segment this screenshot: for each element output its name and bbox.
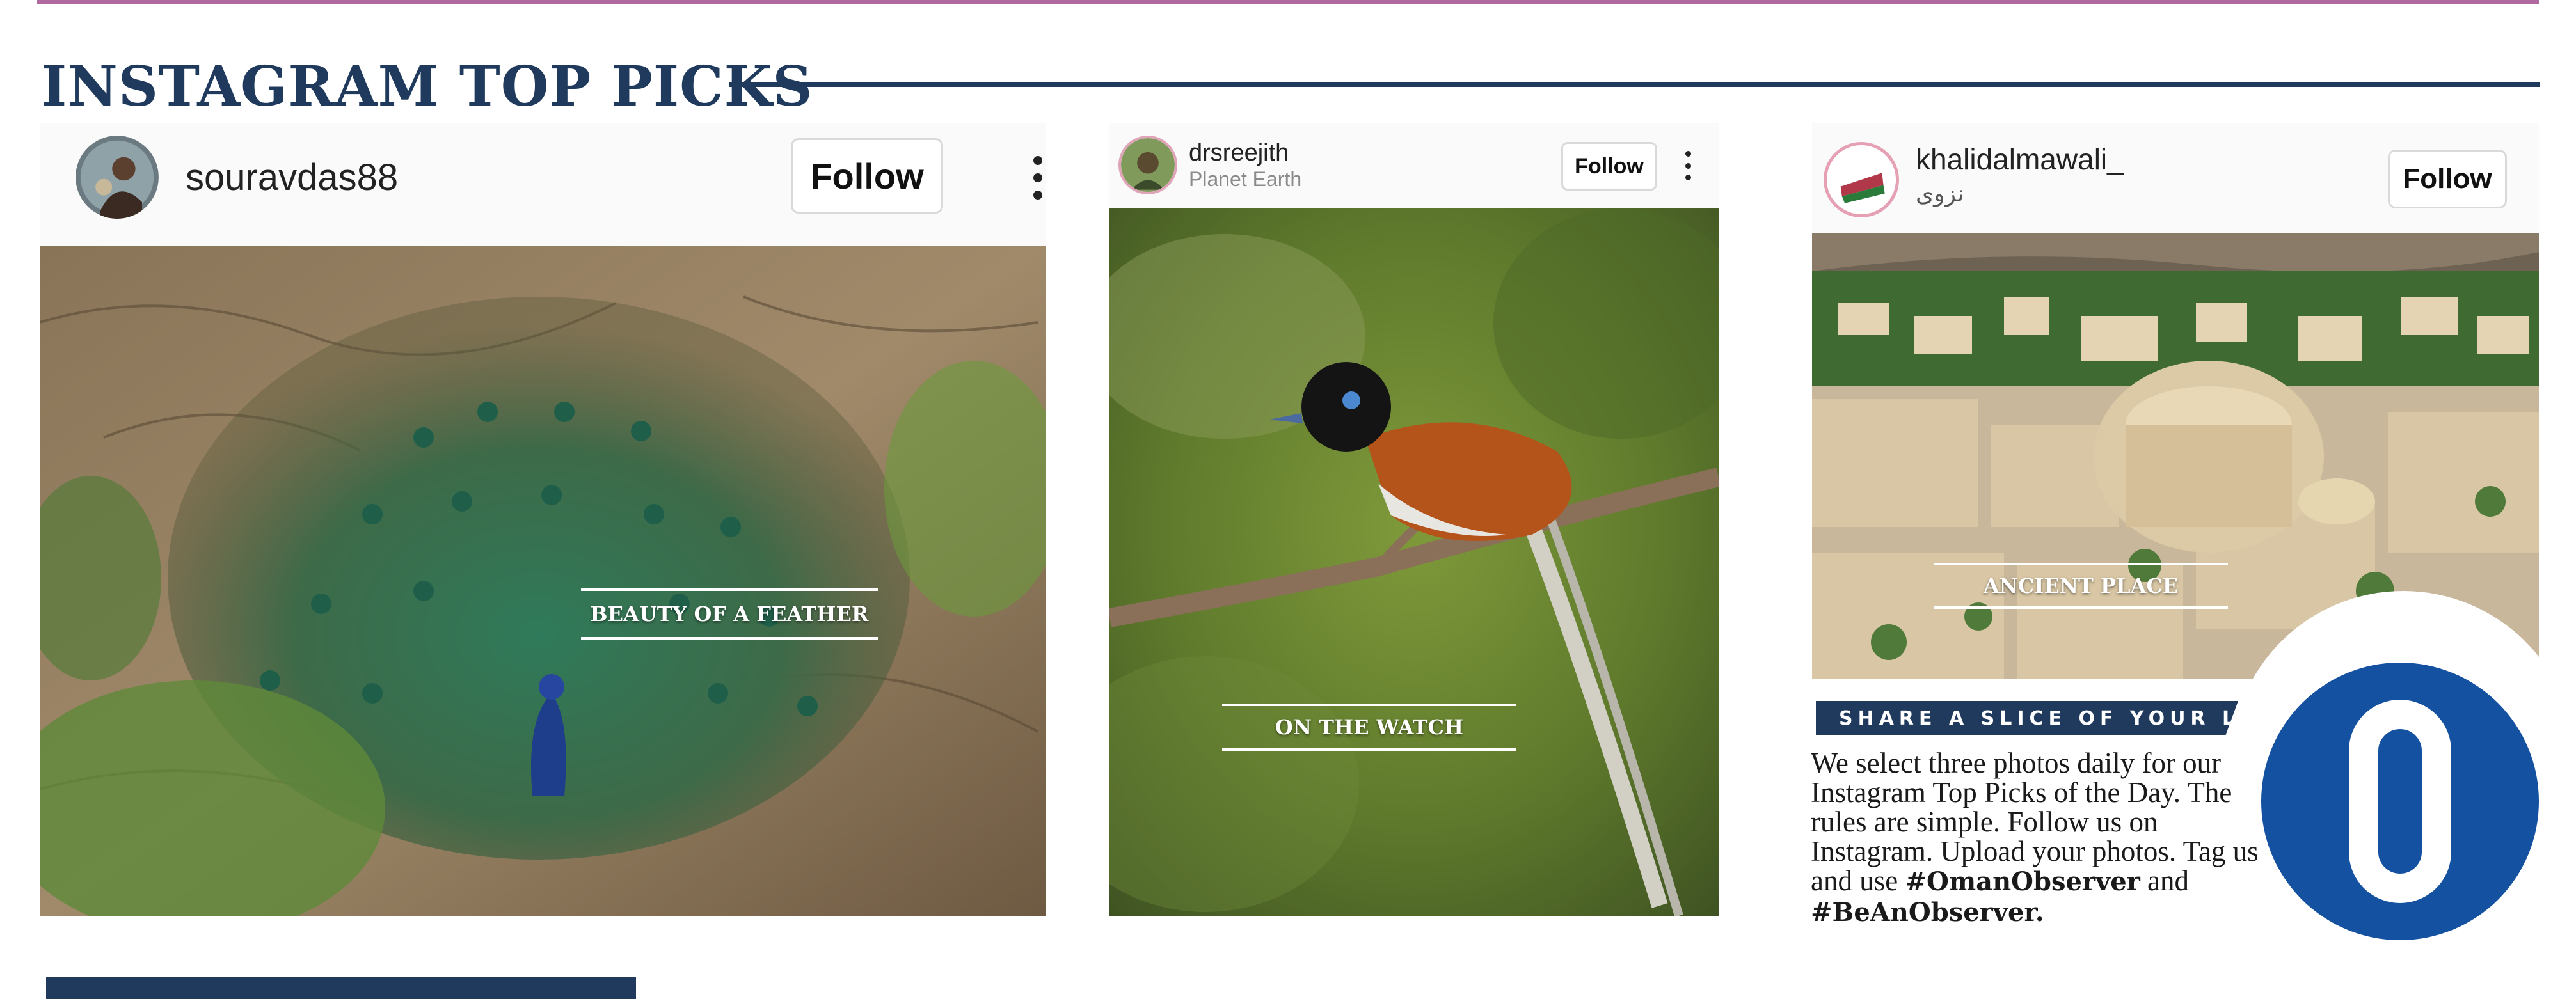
oman-observer-logo (2261, 663, 2539, 940)
caption-text: BEAUTY OF A FEATHER (590, 602, 869, 626)
next-section-bar (46, 977, 636, 999)
top-accent-rule (37, 0, 2539, 4)
location-label[interactable]: Planet Earth (1189, 168, 1301, 191)
avatar[interactable] (76, 136, 159, 219)
instagram-post-1: souravdas88 Follow BEAUTY OF A FEATHER (40, 123, 1046, 916)
follow-button[interactable]: Follow (2388, 150, 2507, 208)
caption-text: ON THE WATCH (1275, 715, 1464, 739)
avatar[interactable] (1118, 136, 1177, 194)
post-photo[interactable]: ON THE WATCH (1109, 208, 1719, 916)
photo-caption: ANCIENT PLACE (1934, 563, 2228, 609)
post-header: souravdas88 Follow (40, 123, 1046, 246)
follow-button[interactable]: Follow (1561, 142, 1657, 191)
username[interactable]: drsreejith (1189, 139, 1289, 167)
section-title: INSTAGRAM TOP PICKS (41, 54, 813, 119)
caption-text: ANCIENT PLACE (1983, 574, 2179, 598)
photo-caption: ON THE WATCH (1222, 704, 1516, 751)
section-header: INSTAGRAM TOP PICKS (41, 51, 813, 122)
more-vertical-icon[interactable] (1683, 151, 1693, 180)
follow-button[interactable]: Follow (791, 138, 943, 214)
cta-body: We select three photos daily for our Ins… (1811, 748, 2271, 927)
location-label[interactable]: نزوى (1916, 180, 1964, 207)
hashtag-oman-observer[interactable]: #OmanObserver (1905, 867, 2140, 897)
instagram-post-2: drsreejith Planet Earth Follow ON THE WA… (1109, 123, 1719, 916)
post-header: khalidalmawali_ نزوى Follow (1812, 123, 2539, 233)
avatar[interactable] (1824, 142, 1899, 217)
more-vertical-icon[interactable] (1030, 156, 1046, 200)
hashtag-be-an-observer[interactable]: #BeAnObserver. (1811, 897, 2044, 927)
cta-joiner: and (2147, 865, 2190, 897)
logo-letter-o (2349, 700, 2451, 903)
photo-caption: BEAUTY OF A FEATHER (581, 588, 878, 640)
share-banner-text: SHARE A SLICE OF YOUR LIFE (1839, 707, 2289, 730)
section-title-rule (729, 82, 2540, 87)
share-banner: SHARE A SLICE OF YOUR LIFE (1816, 701, 2238, 735)
post-photo[interactable]: BEAUTY OF A FEATHER (40, 246, 1046, 916)
post-header: drsreejith Planet Earth Follow (1109, 123, 1719, 208)
username[interactable]: khalidalmawali_ (1916, 142, 2124, 177)
username[interactable]: souravdas88 (186, 156, 398, 199)
